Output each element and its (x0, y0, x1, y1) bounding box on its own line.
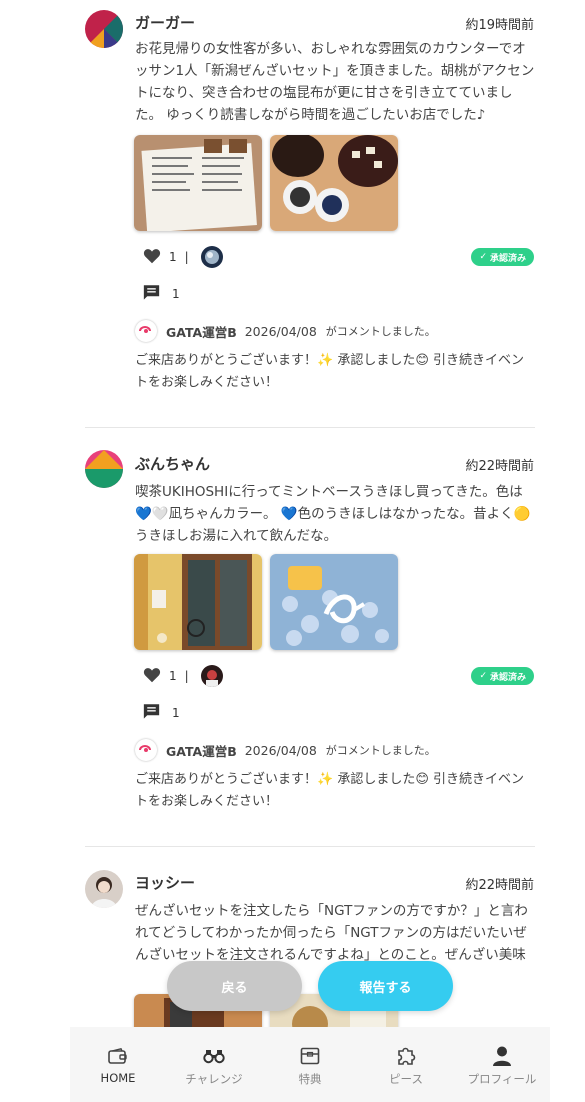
reply-date: 2026/04/08 (244, 742, 317, 758)
tab-profile[interactable]: プロフィール (454, 1027, 550, 1102)
bottom-tab-bar: HOME チャレンジ 特典 ピース プロフィール (70, 1027, 550, 1102)
like-count: 1 (169, 250, 177, 264)
likes-row: 1 | (143, 665, 223, 687)
post-author[interactable]: ヨッシー (135, 872, 195, 893)
check-icon: ✓ (479, 671, 487, 681)
reply-author[interactable]: GATA運営B (166, 741, 237, 760)
gata-logo-icon (135, 739, 157, 761)
tab-home[interactable]: HOME (70, 1027, 166, 1102)
binoculars-icon (203, 1045, 225, 1067)
report-button[interactable]: 報告する (318, 961, 453, 1011)
tab-rewards[interactable]: 特典 (262, 1027, 358, 1102)
reply-action-text: がコメントしました。 (325, 325, 436, 338)
post-text: 喫茶UKIHOSHIに行ってミントベースうきほし買ってきた。色は💙🤍凪ちゃんカラ… (135, 484, 531, 544)
approved-badge: ✓ 承認済み (471, 667, 534, 685)
likes-row: 1 | (143, 246, 223, 268)
post-divider (85, 846, 535, 847)
tab-label: チャレンジ (185, 1072, 243, 1086)
avatar[interactable] (85, 10, 123, 48)
post-photo[interactable] (134, 135, 262, 231)
separator: | (184, 669, 189, 683)
gift-box-icon (299, 1045, 321, 1067)
post-author[interactable]: ガーガー (135, 12, 195, 33)
tab-label: プロフィール (467, 1072, 537, 1086)
post-time: 約22時間前 (465, 878, 534, 893)
wallet-icon (107, 1045, 129, 1067)
tab-pieces[interactable]: ピース (358, 1027, 454, 1102)
post-author[interactable]: ぶんちゃん (135, 453, 210, 474)
back-button[interactable]: 戻る (167, 961, 302, 1011)
person-icon (491, 1045, 513, 1067)
post-text: お花見帰りの女性客が多い、おしゃれな雰囲気のカウンターでオッサン1人「新潟ぜんざ… (135, 41, 535, 123)
puzzle-icon (395, 1045, 417, 1067)
avatar[interactable] (85, 450, 123, 488)
post-photo[interactable] (270, 554, 398, 650)
check-icon: ✓ (479, 252, 487, 262)
tab-label: HOME (100, 1071, 136, 1085)
post-time: 約19時間前 (465, 18, 534, 33)
post-photo[interactable] (134, 554, 262, 650)
reply-text: ご来店ありがとうございます！✨ 承認しました😊 引き続きイベントをお楽しみくださ… (135, 772, 525, 809)
tab-label: 特典 (298, 1072, 322, 1086)
comment-count-row[interactable]: 1 (143, 284, 180, 303)
post-divider (85, 427, 535, 428)
tab-label: ピース (389, 1072, 423, 1086)
like-count: 1 (169, 669, 177, 683)
separator: | (184, 250, 189, 264)
comment-icon (143, 284, 160, 303)
avatar[interactable] (85, 870, 123, 908)
comment-count: 1 (172, 286, 180, 301)
liker-avatar[interactable] (200, 665, 223, 687)
post-time: 約22時間前 (465, 459, 534, 474)
post-photo[interactable] (270, 135, 398, 231)
reply-header: GATA運営B 2026/04/08 がコメントしました。 (135, 739, 436, 761)
reply-action-text: がコメントしました。 (325, 744, 436, 757)
heart-icon[interactable] (143, 667, 161, 686)
comment-count: 1 (172, 705, 180, 720)
comment-count-row[interactable]: 1 (143, 703, 180, 722)
reply-date: 2026/04/08 (244, 323, 317, 339)
comment-icon (143, 703, 160, 722)
reply-header: GATA運営B 2026/04/08 がコメントしました。 (135, 320, 436, 342)
heart-icon[interactable] (143, 248, 161, 267)
gata-logo-icon (135, 320, 157, 342)
reply-author[interactable]: GATA運営B (166, 322, 237, 341)
reply-text: ご来店ありがとうございます！✨ 承認しました😊 引き続きイベントをお楽しみくださ… (135, 353, 525, 390)
liker-avatar[interactable] (200, 246, 223, 268)
approved-badge: ✓ 承認済み (471, 248, 534, 266)
tab-challenge[interactable]: チャレンジ (166, 1027, 262, 1102)
